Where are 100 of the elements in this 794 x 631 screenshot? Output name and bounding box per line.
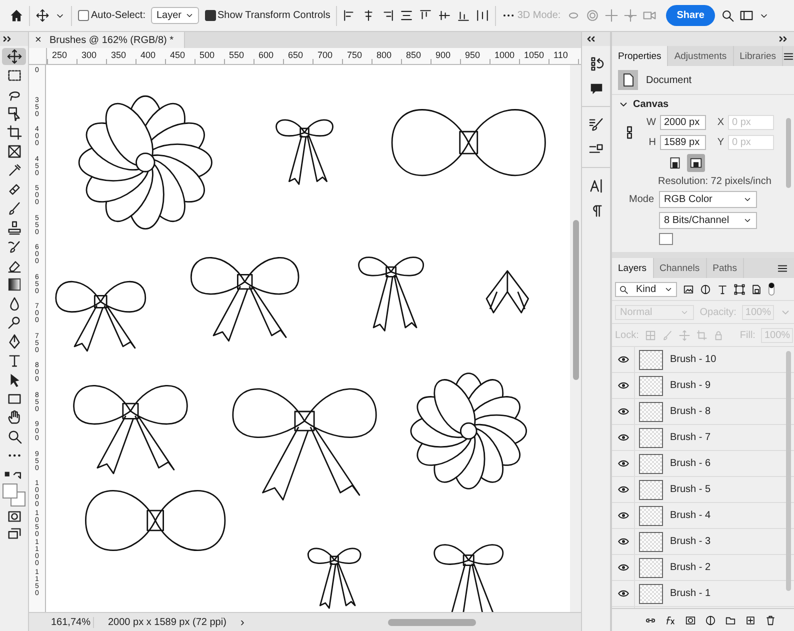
- width-field[interactable]: 2000 px: [660, 114, 706, 130]
- eye-icon[interactable]: [618, 460, 628, 467]
- eyedropper-icon: [6, 163, 22, 178]
- align-icon[interactable]: [343, 9, 356, 22]
- eye-icon[interactable]: [618, 590, 628, 597]
- height-field[interactable]: 1589 px: [660, 134, 706, 150]
- roll-icon[interactable]: [586, 9, 599, 22]
- scrollbar-thumb[interactable]: [786, 118, 791, 188]
- panel-tab[interactable]: Properties: [612, 46, 668, 66]
- mode-dropdown[interactable]: RGB Color: [659, 191, 757, 208]
- tool-button[interactable]: [2, 48, 26, 65]
- layer-dropdown[interactable]: Layer: [151, 7, 198, 24]
- eye-icon[interactable]: [618, 512, 628, 519]
- layer-thumbnail: [639, 350, 663, 370]
- fill-swatch[interactable]: [659, 233, 673, 245]
- info-menu-arrow[interactable]: ›: [240, 615, 244, 629]
- filter-toggle-icon[interactable]: [768, 282, 775, 296]
- layer-thumbnail: [639, 532, 663, 552]
- fill-layer-icon[interactable]: [705, 614, 716, 626]
- fx-icon[interactable]: [665, 614, 676, 626]
- resolution-text: Resolution: 72 pixels/inch: [657, 176, 772, 187]
- new-layer-icon[interactable]: [745, 614, 756, 626]
- search-icon[interactable]: [721, 9, 734, 22]
- align-icon[interactable]: [438, 9, 452, 22]
- landscape-button[interactable]: [687, 154, 705, 172]
- folder-icon[interactable]: [725, 614, 736, 626]
- layer-name: Brush - 2: [670, 562, 711, 573]
- layer-thumbnail: [639, 558, 663, 578]
- slide-icon[interactable]: [624, 9, 637, 22]
- drag-icon[interactable]: [604, 9, 618, 22]
- screen-mode-icon[interactable]: [6, 526, 22, 541]
- rectangle-icon: [6, 391, 22, 406]
- auto-select-checkbox[interactable]: [78, 10, 89, 21]
- share-button[interactable]: Share: [666, 5, 716, 26]
- character-icon[interactable]: [588, 178, 604, 193]
- align-icon[interactable]: [362, 9, 376, 22]
- auto-select-label: Auto-Select:: [91, 10, 146, 21]
- eye-icon[interactable]: [618, 356, 628, 363]
- adjust-icon[interactable]: [700, 284, 711, 294]
- eye-icon[interactable]: [618, 564, 628, 571]
- caret-icon: [184, 11, 194, 20]
- type-icon: [6, 353, 22, 368]
- panel-tab[interactable]: Layers: [612, 258, 654, 278]
- workspace-icon[interactable]: [740, 9, 754, 22]
- shape-icon[interactable]: [734, 284, 745, 294]
- checker-lock-icon[interactable]: [644, 330, 656, 340]
- quick-mask-icon[interactable]: [6, 509, 22, 524]
- eye-icon[interactable]: [618, 538, 628, 545]
- mask-icon[interactable]: [685, 614, 696, 626]
- align-icon[interactable]: [457, 9, 470, 22]
- layer-row[interactable]: Brush - 1: [612, 581, 794, 607]
- panel-tab[interactable]: Channels: [654, 258, 707, 278]
- eye-icon[interactable]: [618, 486, 628, 493]
- scrollbar-thumb[interactable]: [786, 351, 791, 591]
- align-icon[interactable]: [419, 9, 432, 22]
- pen-icon: [6, 334, 22, 349]
- home-icon[interactable]: [10, 9, 23, 22]
- show-transform-checkbox[interactable]: [204, 10, 216, 21]
- scrollbar-thumb[interactable]: [572, 220, 578, 380]
- hand-icon: [6, 410, 22, 425]
- image-icon[interactable]: [683, 284, 694, 294]
- caret-icon: [743, 216, 752, 225]
- stamp-icon: [6, 220, 22, 235]
- align-icon[interactable]: [476, 9, 490, 22]
- eye-icon[interactable]: [618, 382, 628, 389]
- type-icon[interactable]: [717, 284, 728, 294]
- smart-object-icon[interactable]: [751, 284, 762, 294]
- eye-icon[interactable]: [618, 434, 628, 441]
- camera-icon[interactable]: [642, 9, 656, 22]
- align-icon[interactable]: [400, 9, 414, 22]
- crop-icon: [6, 125, 22, 140]
- panel-tab[interactable]: Paths: [706, 258, 744, 278]
- trash-icon[interactable]: [765, 614, 776, 626]
- document-icon: [618, 70, 638, 90]
- panel-tab[interactable]: Libraries: [734, 46, 784, 66]
- layer-name: Brush - 7: [670, 432, 711, 443]
- move-icon[interactable]: [36, 9, 49, 22]
- layer-thumbnail: [639, 454, 663, 474]
- align-icon[interactable]: [381, 9, 394, 22]
- menu-icon[interactable]: [783, 50, 794, 62]
- color-swatches-icon[interactable]: [2, 483, 26, 507]
- layer-name: Brush - 3: [670, 536, 711, 547]
- field-label: X: [716, 116, 724, 128]
- mode-label: Mode: [628, 194, 654, 205]
- history-icon[interactable]: [588, 56, 604, 71]
- 3d-mode-label: 3D Mode:: [517, 10, 561, 21]
- document-title: Brushes @ 162% (RGB/8) *: [49, 34, 174, 46]
- panel-tab[interactable]: Adjustments: [668, 46, 734, 66]
- scrollbar-thumb[interactable]: [388, 618, 476, 626]
- document-tab[interactable]: × Brushes @ 162% (RGB/8) *: [29, 32, 185, 48]
- zoom-icon: [6, 429, 22, 444]
- layer-name: Brush - 9: [670, 380, 711, 391]
- comment-icon[interactable]: [588, 81, 604, 96]
- bit-depth-dropdown[interactable]: 8 Bits/Channel: [659, 212, 757, 229]
- close-button[interactable]: ×: [35, 34, 42, 46]
- brush-settings-icon[interactable]: [588, 117, 604, 132]
- zoom-level: 161,74%: [51, 616, 94, 628]
- eye-icon[interactable]: [618, 408, 628, 415]
- menu-icon[interactable]: [777, 262, 788, 274]
- filter-dropdown[interactable]: Kind: [615, 282, 677, 296]
